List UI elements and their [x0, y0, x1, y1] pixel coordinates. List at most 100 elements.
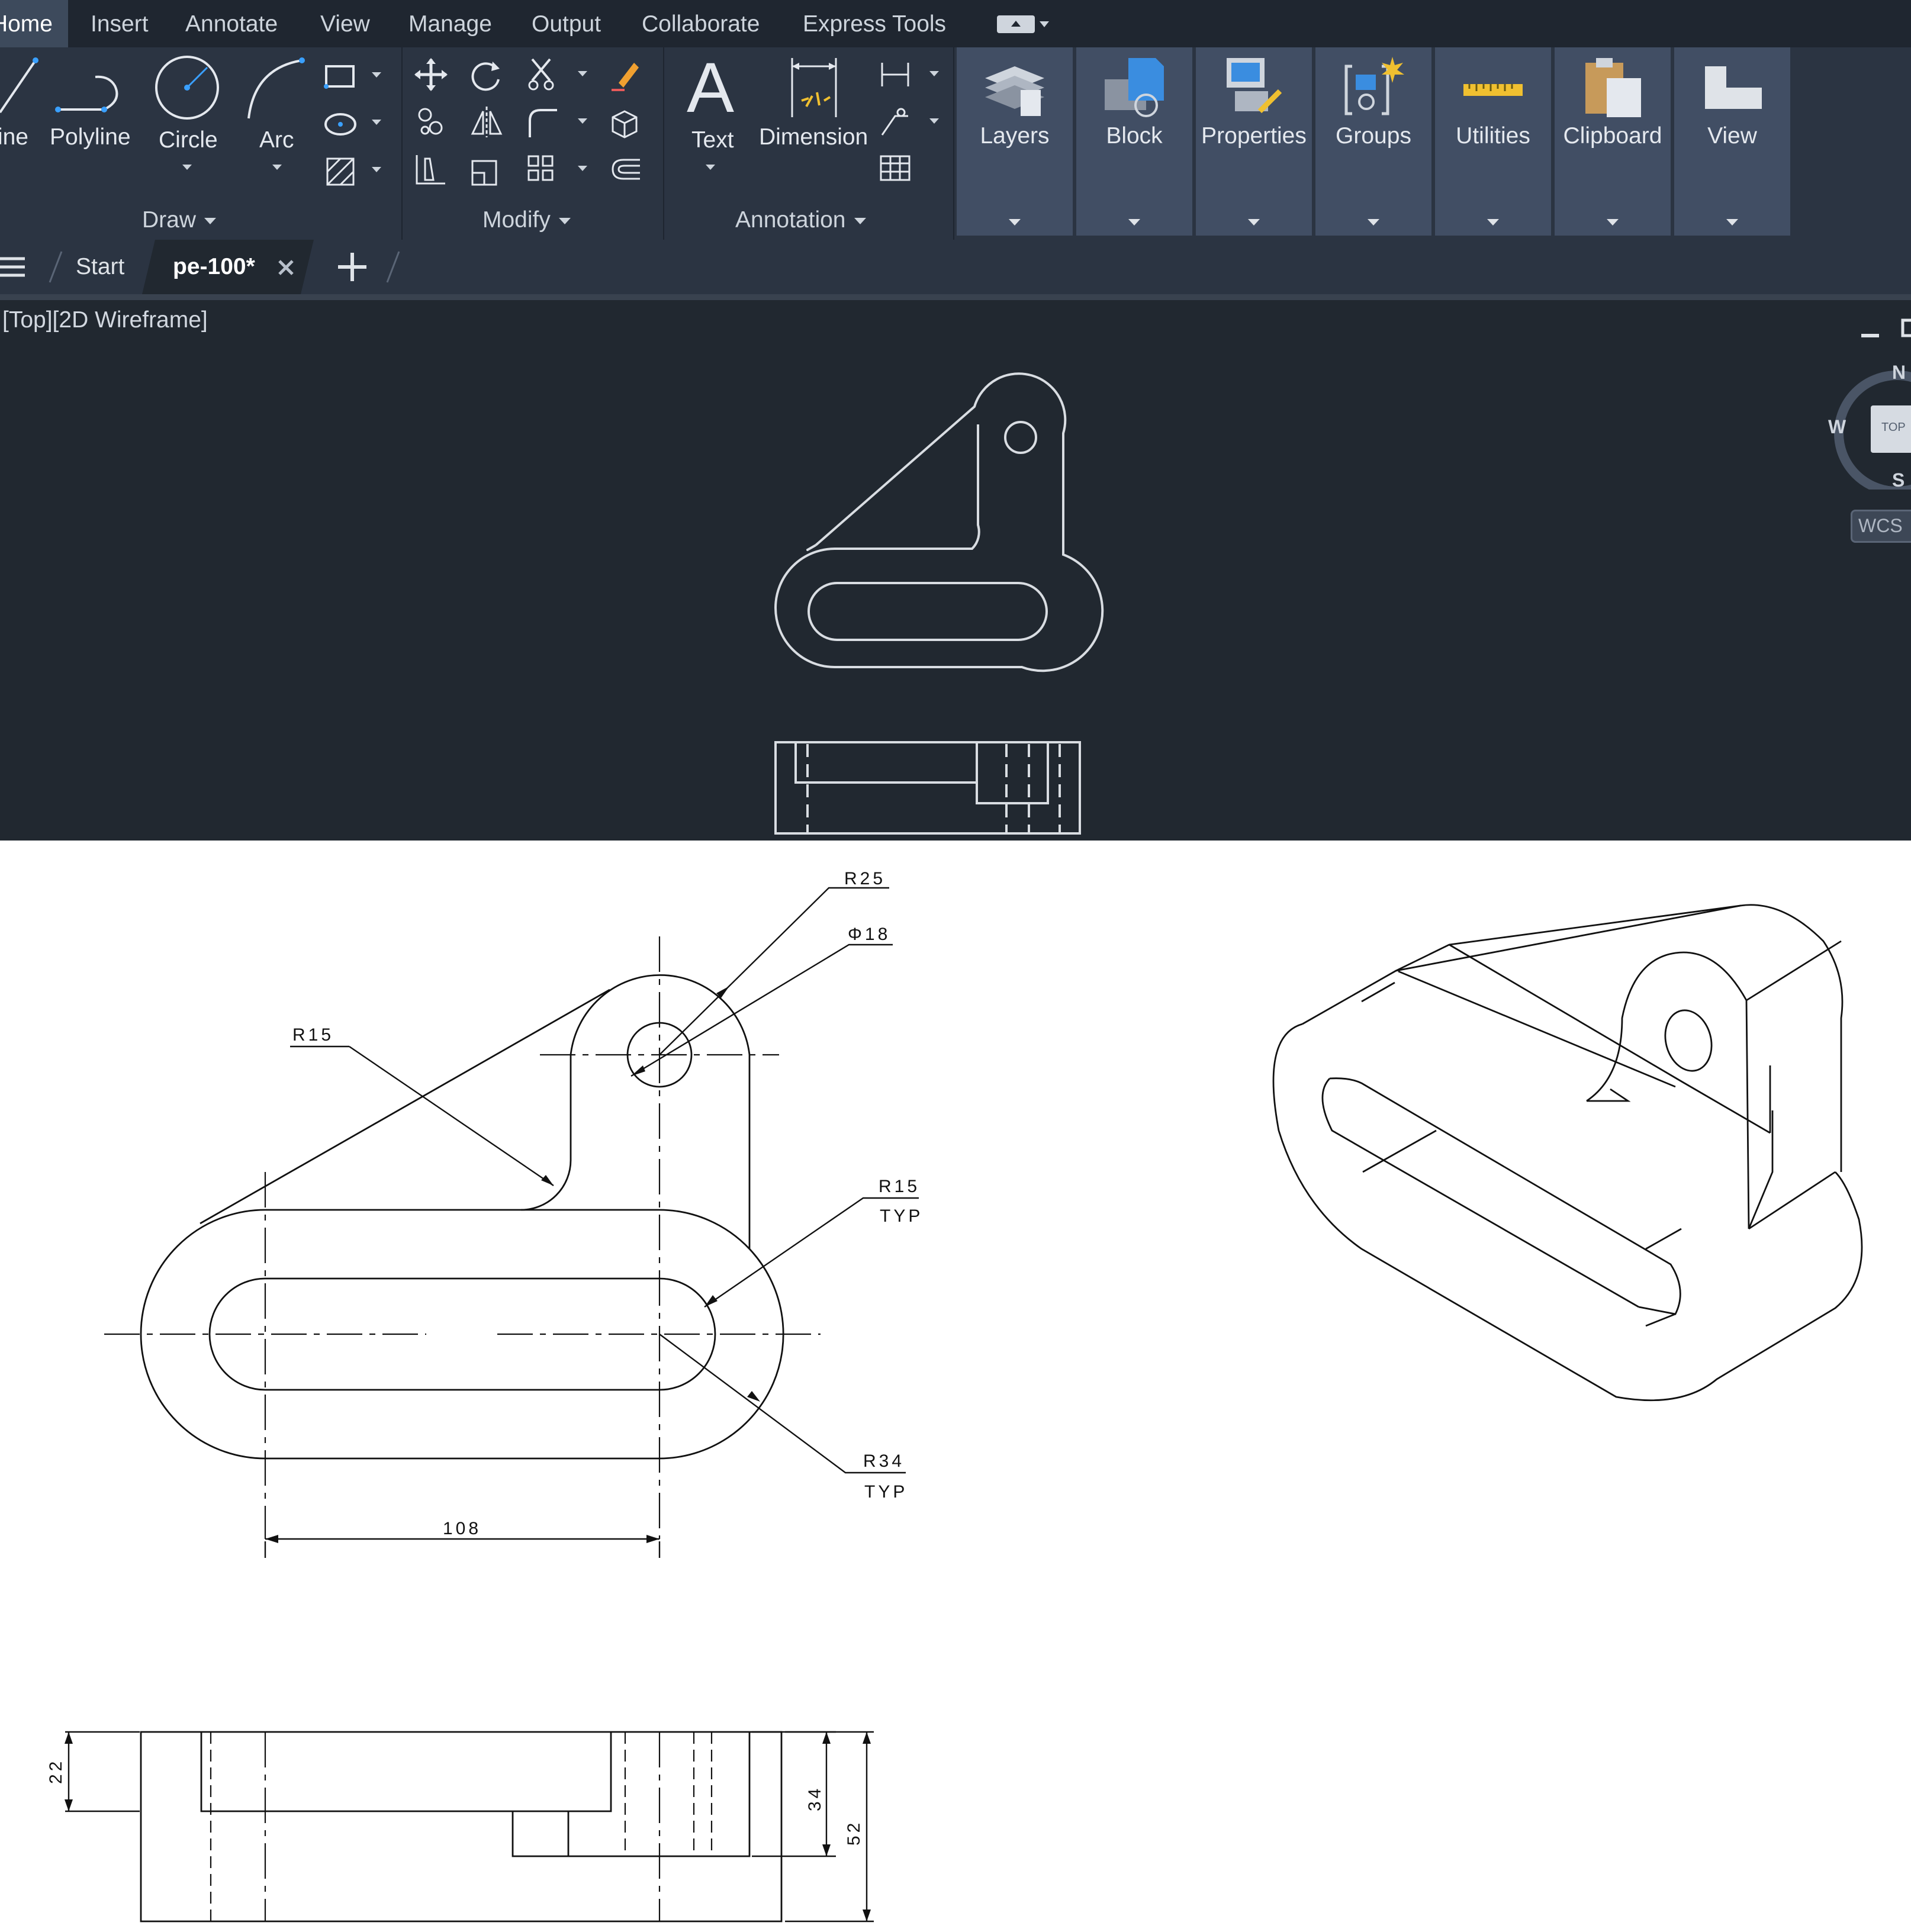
circle-icon — [155, 56, 219, 120]
viewcube[interactable]: N W S TOP WCS — [1823, 353, 1911, 555]
dimension-button[interactable]: Dimension — [755, 47, 880, 195]
tab-output[interactable]: Output — [532, 0, 601, 47]
dim-r34-label: R34 — [863, 1451, 905, 1471]
chevron-down-icon[interactable] — [1726, 219, 1738, 226]
move-icon[interactable] — [413, 57, 449, 92]
leader-icon[interactable] — [877, 104, 913, 140]
layers-panel-button[interactable]: Layers — [957, 47, 1073, 236]
properties-panel-button[interactable]: Properties — [1196, 47, 1312, 236]
properties-icon — [1227, 58, 1282, 114]
mirror-icon[interactable] — [469, 104, 504, 140]
chevron-down-icon[interactable] — [1607, 219, 1619, 226]
hamburger-menu-icon[interactable] — [0, 253, 30, 282]
tab-view[interactable]: View — [320, 0, 370, 47]
circle-button[interactable]: Circle — [148, 47, 225, 195]
line-button[interactable]: Line — [0, 47, 41, 195]
dim-52-label: 52 — [844, 1820, 864, 1846]
offset-icon[interactable] — [607, 152, 642, 187]
tab-annotate[interactable]: Annotate — [185, 0, 278, 47]
chevron-down-icon[interactable] — [272, 165, 282, 170]
clipboard-panel-button[interactable]: Clipboard — [1555, 47, 1671, 236]
chevron-down-icon[interactable] — [578, 166, 587, 171]
circle-label: Circle — [159, 127, 218, 153]
compass-west[interactable]: W — [1828, 416, 1846, 438]
restore-icon[interactable] — [1900, 317, 1911, 340]
chevron-down-icon[interactable] — [182, 165, 192, 170]
scale-icon[interactable] — [469, 152, 504, 187]
chevron-down-icon[interactable] — [1009, 219, 1021, 226]
modify-panel-title[interactable]: Modify — [482, 207, 571, 233]
viewcube-top-face[interactable]: TOP — [1871, 405, 1911, 453]
polyline-button[interactable]: Polyline — [45, 47, 134, 195]
wcs-menu-button[interactable]: WCS — [1851, 510, 1911, 543]
close-icon[interactable] — [276, 257, 296, 278]
chevron-down-icon[interactable] — [372, 120, 381, 125]
view-panel-button[interactable]: View — [1674, 47, 1790, 236]
table-icon[interactable] — [877, 152, 913, 187]
chevron-down-icon[interactable] — [372, 72, 381, 78]
chevron-down-icon[interactable] — [1128, 219, 1140, 226]
top-view — [140, 974, 784, 1460]
tab-collaborate[interactable]: Collaborate — [642, 0, 760, 47]
groups-panel-button[interactable]: Groups — [1315, 47, 1431, 236]
copy-icon[interactable] — [413, 104, 449, 140]
tab-active-drawing[interactable]: pe-100* — [142, 240, 314, 294]
chevron-down-icon[interactable] — [1487, 219, 1499, 226]
wcs-label: WCS — [1858, 515, 1903, 536]
view-icon — [1705, 66, 1762, 109]
chevron-down-icon[interactable] — [1040, 21, 1049, 27]
ellipse-icon[interactable] — [323, 107, 358, 142]
layers-icon — [985, 66, 1044, 116]
block-icon — [1105, 58, 1164, 117]
chevron-down-icon[interactable] — [578, 118, 587, 124]
arc-button[interactable]: Arc — [237, 47, 314, 195]
compass-south[interactable]: S — [1892, 469, 1904, 491]
arc-icon — [247, 57, 305, 119]
dim-108-label: 108 — [443, 1519, 481, 1538]
stretch-icon[interactable] — [413, 152, 449, 187]
fillet-icon[interactable] — [524, 104, 559, 140]
layers-label: Layers — [980, 123, 1050, 149]
chevron-down-icon[interactable] — [578, 71, 587, 76]
tab-express-tools[interactable]: Express Tools — [803, 0, 946, 47]
chevron-down-icon[interactable] — [929, 71, 939, 76]
ribbon-minimize-icon[interactable] — [997, 15, 1035, 33]
minimize-icon[interactable] — [1859, 324, 1883, 342]
chevron-down-icon[interactable] — [706, 165, 715, 170]
dim-typ-2-label: TYP — [864, 1482, 908, 1502]
line-icon — [0, 57, 38, 114]
draw-panel-title[interactable]: Draw — [142, 207, 217, 233]
chevron-down-icon[interactable] — [929, 118, 939, 124]
viewport-drawing — [774, 372, 1104, 835]
drawing-viewport[interactable]: [Top][2D Wireframe] N W S TOP WCS — [0, 300, 1911, 841]
tab-insert[interactable]: Insert — [91, 0, 149, 47]
chevron-down-icon[interactable] — [1368, 219, 1379, 226]
text-button[interactable]: A Text — [677, 47, 748, 195]
erase-icon[interactable] — [607, 57, 642, 92]
explode-icon[interactable] — [607, 104, 642, 140]
block-label: Block — [1106, 123, 1163, 149]
array-icon[interactable] — [524, 152, 559, 187]
linear-dimension-icon[interactable] — [877, 57, 913, 92]
modify-panel: Modify — [403, 47, 664, 240]
polyline-icon — [55, 75, 118, 112]
utilities-panel-button[interactable]: Utilities — [1435, 47, 1551, 236]
arc-label: Arc — [259, 127, 294, 153]
tab-home[interactable]: Home — [0, 0, 68, 47]
new-tab-plus-icon[interactable] — [334, 249, 370, 285]
tab-start[interactable]: Start — [76, 240, 124, 294]
compass-north[interactable]: N — [1892, 362, 1906, 384]
tab-manage[interactable]: Manage — [408, 0, 492, 47]
viewcube-face-label: TOP — [1881, 421, 1906, 434]
rectangle-icon[interactable] — [323, 59, 358, 95]
annotation-panel-title[interactable]: Annotation — [735, 207, 866, 233]
hatch-icon[interactable] — [323, 154, 358, 189]
dim-34-label: 34 — [805, 1786, 825, 1811]
chevron-down-icon[interactable] — [372, 167, 381, 172]
trim-icon[interactable] — [524, 57, 559, 92]
chevron-down-icon[interactable] — [1248, 219, 1260, 226]
block-panel-button[interactable]: Block — [1076, 47, 1192, 236]
rotate-icon[interactable] — [469, 57, 504, 92]
dim-r25-label: R25 — [844, 869, 886, 888]
clipboard-label: Clipboard — [1563, 123, 1662, 149]
